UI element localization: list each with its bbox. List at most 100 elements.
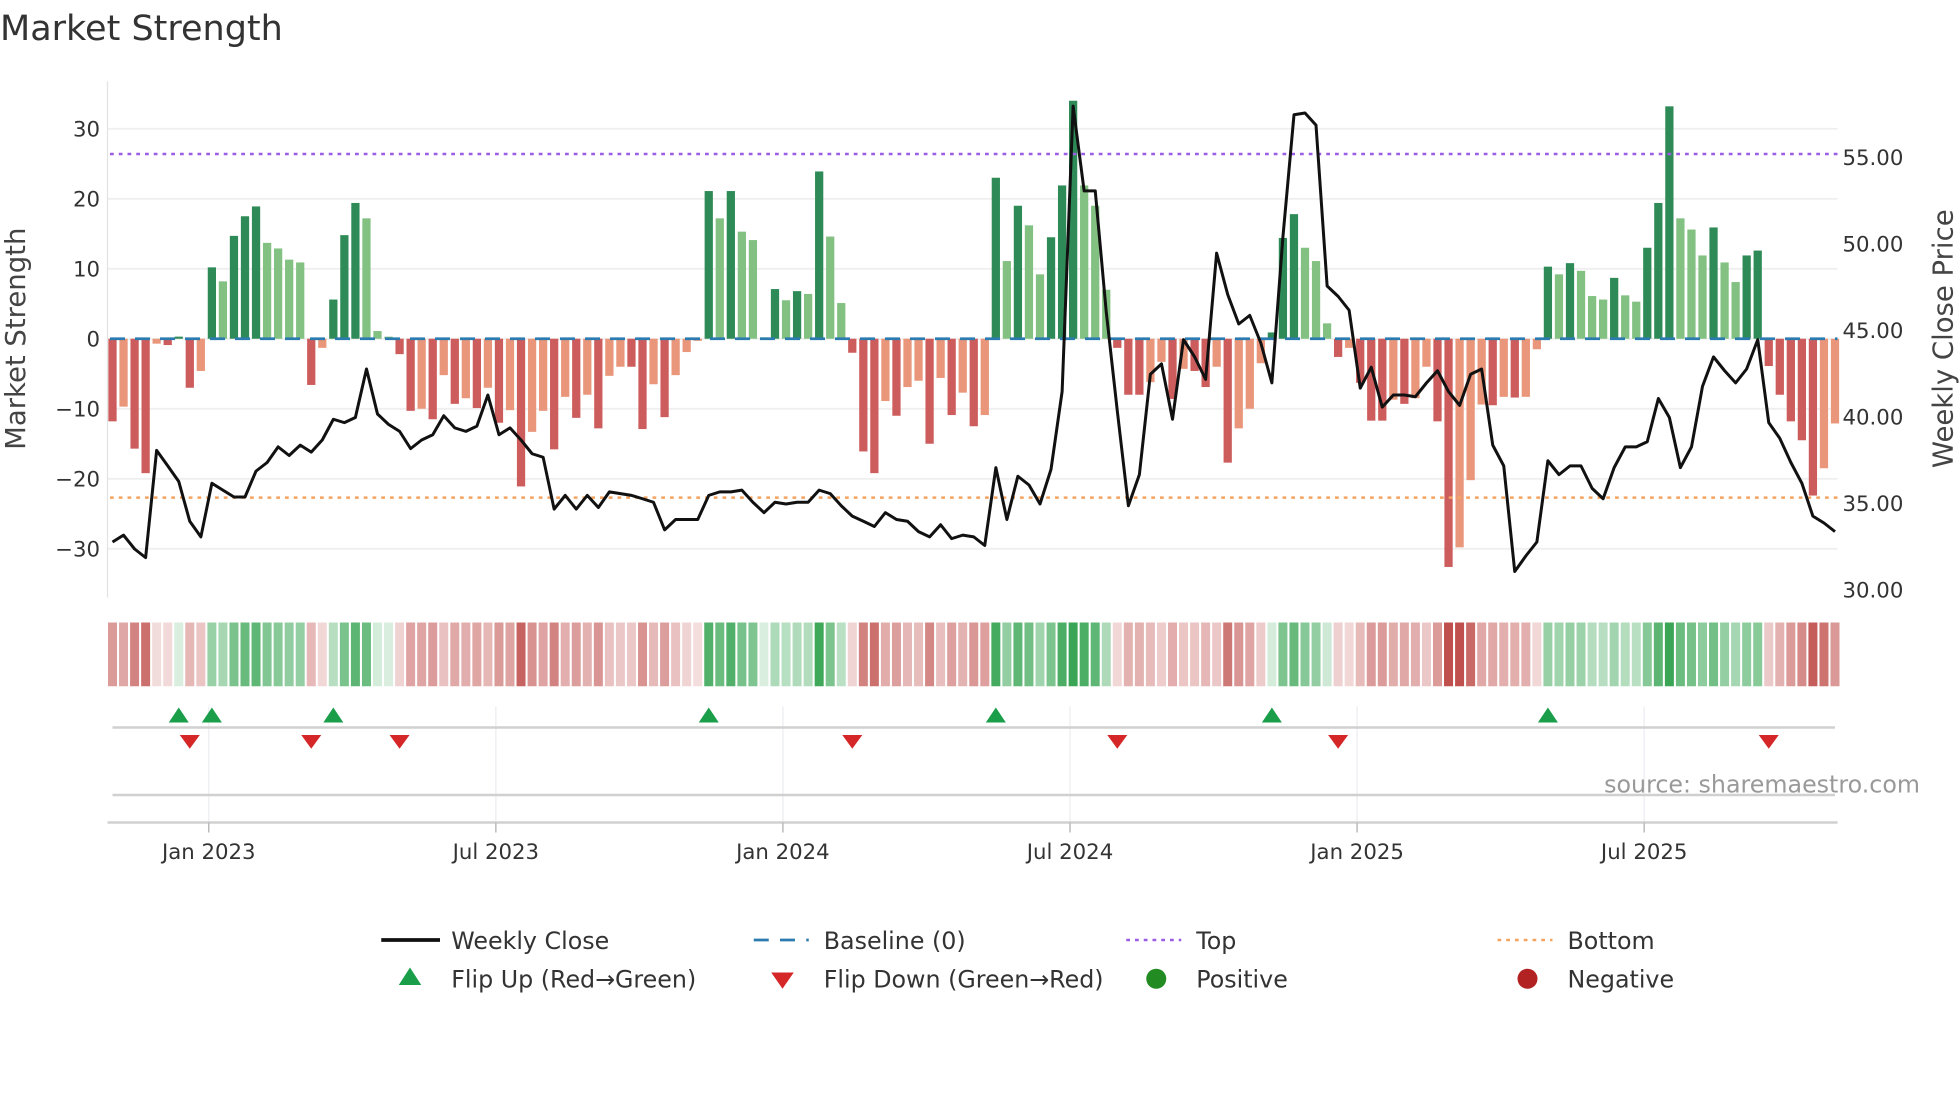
- negative-bar: [185, 338, 194, 388]
- heat-cell: [141, 622, 151, 687]
- heat-cell: [406, 622, 416, 687]
- heat-cell: [615, 622, 625, 687]
- positive-bar: [991, 177, 1000, 339]
- heat-cell: [1311, 622, 1321, 687]
- positive-bar: [1610, 277, 1619, 339]
- y2-tick-label: 35.00: [1843, 492, 1904, 517]
- heat-cell: [1300, 622, 1310, 687]
- heat-cell: [781, 622, 791, 687]
- negative-bar: [1223, 338, 1232, 463]
- negative-bar: [1775, 338, 1784, 395]
- heat-cell: [571, 622, 581, 687]
- positive-bar: [1643, 247, 1652, 339]
- heat-cell: [1366, 622, 1376, 687]
- positive-bar: [1576, 270, 1586, 339]
- heat-cell: [516, 622, 526, 687]
- heat-cell: [1499, 622, 1509, 687]
- heat-cell: [1455, 622, 1465, 687]
- heat-cell: [825, 622, 835, 687]
- negative-bar: [1797, 338, 1806, 441]
- heat-cell: [914, 622, 924, 687]
- heat-cell: [1212, 622, 1222, 687]
- negative-bar: [561, 338, 570, 397]
- negative-bar: [1510, 338, 1519, 398]
- heat-cell: [328, 622, 338, 687]
- legend-label: Bottom: [1568, 927, 1655, 955]
- heat-cell: [969, 622, 979, 687]
- negative-bar: [1245, 338, 1254, 409]
- heat-cell: [1123, 622, 1133, 687]
- heat-cell: [185, 622, 195, 687]
- x-tick-label: Jan 2025: [1308, 840, 1404, 865]
- negative-bar: [605, 338, 614, 376]
- flip-down-marker: [842, 735, 863, 749]
- heat-cell: [119, 622, 129, 687]
- legend-item[interactable]: Flip Up (Red→Green): [398, 966, 696, 994]
- heat-cell: [891, 622, 901, 687]
- heat-cell: [384, 622, 394, 687]
- positive-bar: [362, 218, 371, 339]
- heat-cell: [295, 622, 305, 687]
- heat-cell: [306, 622, 316, 687]
- negative-bar: [980, 338, 989, 416]
- heat-cell: [1786, 622, 1796, 687]
- heat-cell: [880, 622, 890, 687]
- heat-cell: [395, 622, 405, 687]
- legend-item[interactable]: Top: [1126, 927, 1236, 955]
- legend-item[interactable]: Weekly Close: [381, 927, 609, 955]
- positive-bar: [1720, 262, 1729, 339]
- heat-cell: [218, 622, 228, 687]
- positive-bar: [296, 262, 305, 339]
- negative-bar: [1808, 338, 1818, 496]
- heat-cell: [1046, 622, 1056, 687]
- positive-bar: [1665, 106, 1674, 339]
- negative-bar: [550, 338, 559, 450]
- legend-item[interactable]: Bottom: [1497, 927, 1655, 955]
- heat-cell: [560, 622, 570, 687]
- legend-item[interactable]: Flip Down (Green→Red): [771, 966, 1104, 994]
- negative-bar: [428, 338, 437, 420]
- legend-item[interactable]: Negative: [1517, 966, 1675, 994]
- heat-cell: [1156, 622, 1166, 687]
- heat-cell: [1013, 622, 1023, 687]
- heat-cell: [339, 622, 349, 687]
- negative-bar: [660, 338, 669, 418]
- legend-item[interactable]: Baseline (0): [753, 927, 966, 955]
- negative-bar: [649, 338, 658, 385]
- heat-cell: [284, 622, 294, 687]
- heat-cell: [1466, 622, 1476, 687]
- heat-cell: [1731, 622, 1741, 687]
- heat-cell: [660, 622, 670, 687]
- positive-bar: [1753, 250, 1762, 339]
- negative-bar: [527, 338, 537, 432]
- positive-bar: [218, 281, 228, 339]
- positive-bar: [770, 289, 780, 339]
- right-axis-title: Weekly Close Price: [1928, 209, 1960, 468]
- positive-bar: [1311, 261, 1321, 339]
- heat-cell: [1510, 622, 1520, 687]
- x-tick-label: Jan 2024: [734, 840, 830, 865]
- heat-cell: [505, 622, 515, 687]
- negative-bar: [1157, 338, 1166, 362]
- positive-bar: [781, 300, 791, 339]
- heat-cell: [1764, 622, 1774, 687]
- flip-up-marker: [985, 707, 1006, 723]
- heat-cell: [361, 622, 371, 687]
- legend-item[interactable]: Positive: [1146, 966, 1288, 994]
- heat-cell: [1620, 622, 1630, 687]
- heat-cell: [1035, 622, 1045, 687]
- heat-cell: [1112, 622, 1122, 687]
- heat-cell: [649, 622, 659, 687]
- heat-cell: [174, 622, 184, 687]
- positive-bar: [174, 336, 183, 339]
- positive-bar: [240, 216, 250, 339]
- heat-cell: [273, 622, 283, 687]
- positive-bar: [274, 248, 283, 339]
- negative-bar: [439, 338, 448, 376]
- heat-cell: [847, 622, 857, 687]
- heat-cell: [991, 622, 1001, 687]
- negative-bar: [682, 338, 691, 353]
- heat-cell: [483, 622, 493, 687]
- heat-cell: [682, 622, 692, 687]
- heat-cell: [803, 622, 813, 687]
